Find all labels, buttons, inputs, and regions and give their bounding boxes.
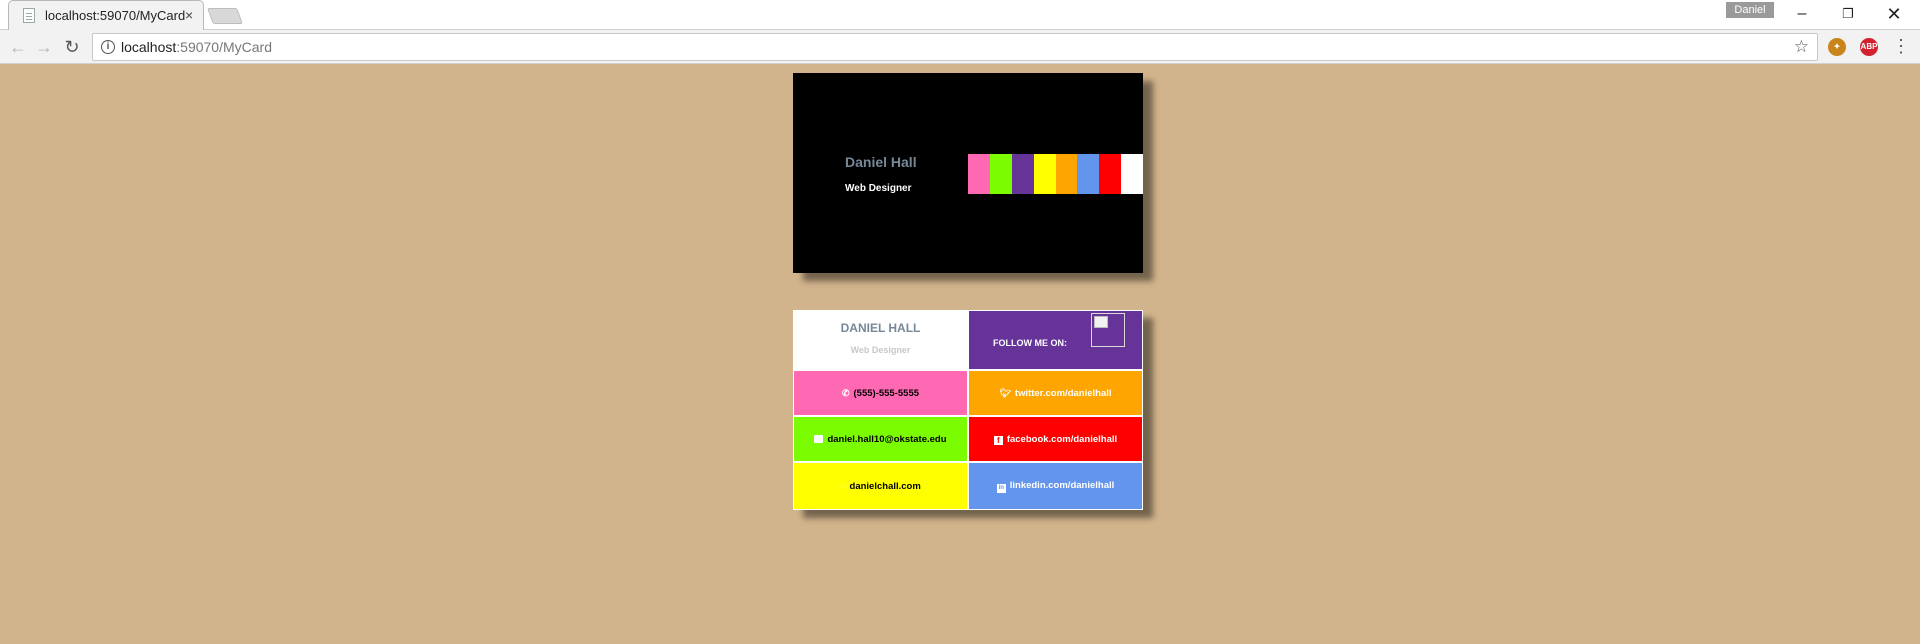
color-stripe-4 <box>1033 154 1056 194</box>
website-cell[interactable]: ◌ danielchall.com <box>793 462 968 510</box>
extension-icon[interactable]: ✦ <box>1828 38 1846 56</box>
card-back-title: Web Designer <box>850 345 911 355</box>
color-stripe-8 <box>1121 154 1143 194</box>
reload-icon[interactable]: ↻ <box>60 35 84 59</box>
minimize-icon[interactable]: – <box>1780 0 1824 28</box>
color-stripe-2 <box>989 154 1012 194</box>
restore-icon[interactable]: ❐ <box>1826 0 1870 28</box>
page-icon <box>23 8 35 23</box>
tab-close-icon[interactable]: × <box>185 6 193 24</box>
tab-mycard[interactable]: localhost:59070/MyCard × <box>8 0 204 30</box>
twitter-link[interactable]: twitter.com/danielhall <box>1015 388 1112 399</box>
email-cell[interactable]: daniel.hall10@okstate.edu <box>793 416 968 462</box>
tab-title: localhost:59070/MyCard <box>45 8 186 23</box>
card-front-name: Daniel Hall <box>845 154 917 170</box>
linkedin-link[interactable]: linkedin.com/danielhall <box>1010 480 1115 491</box>
color-stripes <box>968 154 1143 194</box>
new-tab-button[interactable] <box>207 8 243 24</box>
forward-arrow-icon[interactable]: → <box>32 35 56 59</box>
color-stripe-3 <box>1011 154 1034 194</box>
facebook-link[interactable]: facebook.com/danielhall <box>1007 434 1117 445</box>
twitter-cell[interactable]: 🐦︎ twitter.com/danielhall <box>968 370 1143 416</box>
close-window-icon[interactable]: ✕ <box>1872 0 1916 28</box>
tab-strip: localhost:59070/MyCard × Daniel – ❐ ✕ <box>0 0 1920 30</box>
card-back-name: DANIEL HALL <box>840 321 921 335</box>
facebook-icon: f <box>993 435 1003 445</box>
color-stripe-6 <box>1077 154 1100 194</box>
phone-text: (555)-555-5555 <box>853 387 920 399</box>
identity-cell: DANIEL HALL Web Designer <box>793 310 968 370</box>
color-stripe-1 <box>968 154 990 194</box>
url-host: localhost <box>121 39 177 55</box>
broken-image-icon <box>1091 313 1125 347</box>
business-card-front: Daniel Hall Web Designer <box>793 73 1143 273</box>
adblock-plus-icon[interactable]: ABP <box>1860 38 1878 56</box>
facebook-cell[interactable]: f facebook.com/danielhall <box>968 416 1143 462</box>
address-bar[interactable]: i localhost:59070/MyCard ☆ <box>92 33 1818 61</box>
follow-cell: FOLLOW ME ON: <box>968 310 1143 370</box>
info-icon[interactable]: i <box>101 40 115 54</box>
profile-button[interactable]: Daniel <box>1726 2 1774 18</box>
color-stripe-5 <box>1055 154 1078 194</box>
browser-menu-icon[interactable]: ⋮ <box>1892 36 1910 56</box>
card-front-title: Web Designer <box>845 183 912 194</box>
phone-cell: ✆ (555)-555-5555 <box>793 370 968 416</box>
navigation-bar: ← → ↻ i localhost:59070/MyCard ☆ ✦ ABP ⋮ <box>0 30 1920 64</box>
twitter-icon: 🐦︎ <box>999 387 1011 398</box>
browser-chrome: localhost:59070/MyCard × Daniel – ❐ ✕ ← … <box>0 0 1920 64</box>
linkedin-cell[interactable]: in linkedin.com/danielhall <box>968 462 1143 510</box>
url-text[interactable]: localhost:59070/MyCard <box>121 39 272 55</box>
email-link[interactable]: daniel.hall10@okstate.edu <box>827 434 946 445</box>
color-stripe-7 <box>1099 154 1122 194</box>
bookmark-star-icon[interactable]: ☆ <box>1794 37 1809 57</box>
back-arrow-icon[interactable]: ← <box>6 35 30 59</box>
business-card-back: DANIEL HALL Web Designer FOLLOW ME ON: ✆… <box>793 310 1143 510</box>
globe-icon: ◌ <box>840 480 846 491</box>
website-link[interactable]: danielchall.com <box>850 481 921 492</box>
url-path: :59070/MyCard <box>176 39 272 55</box>
linkedin-icon: in <box>996 483 1006 493</box>
phone-icon: ✆ <box>841 387 850 398</box>
follow-label: FOLLOW ME ON: <box>993 338 1067 348</box>
envelope-icon <box>814 434 824 443</box>
